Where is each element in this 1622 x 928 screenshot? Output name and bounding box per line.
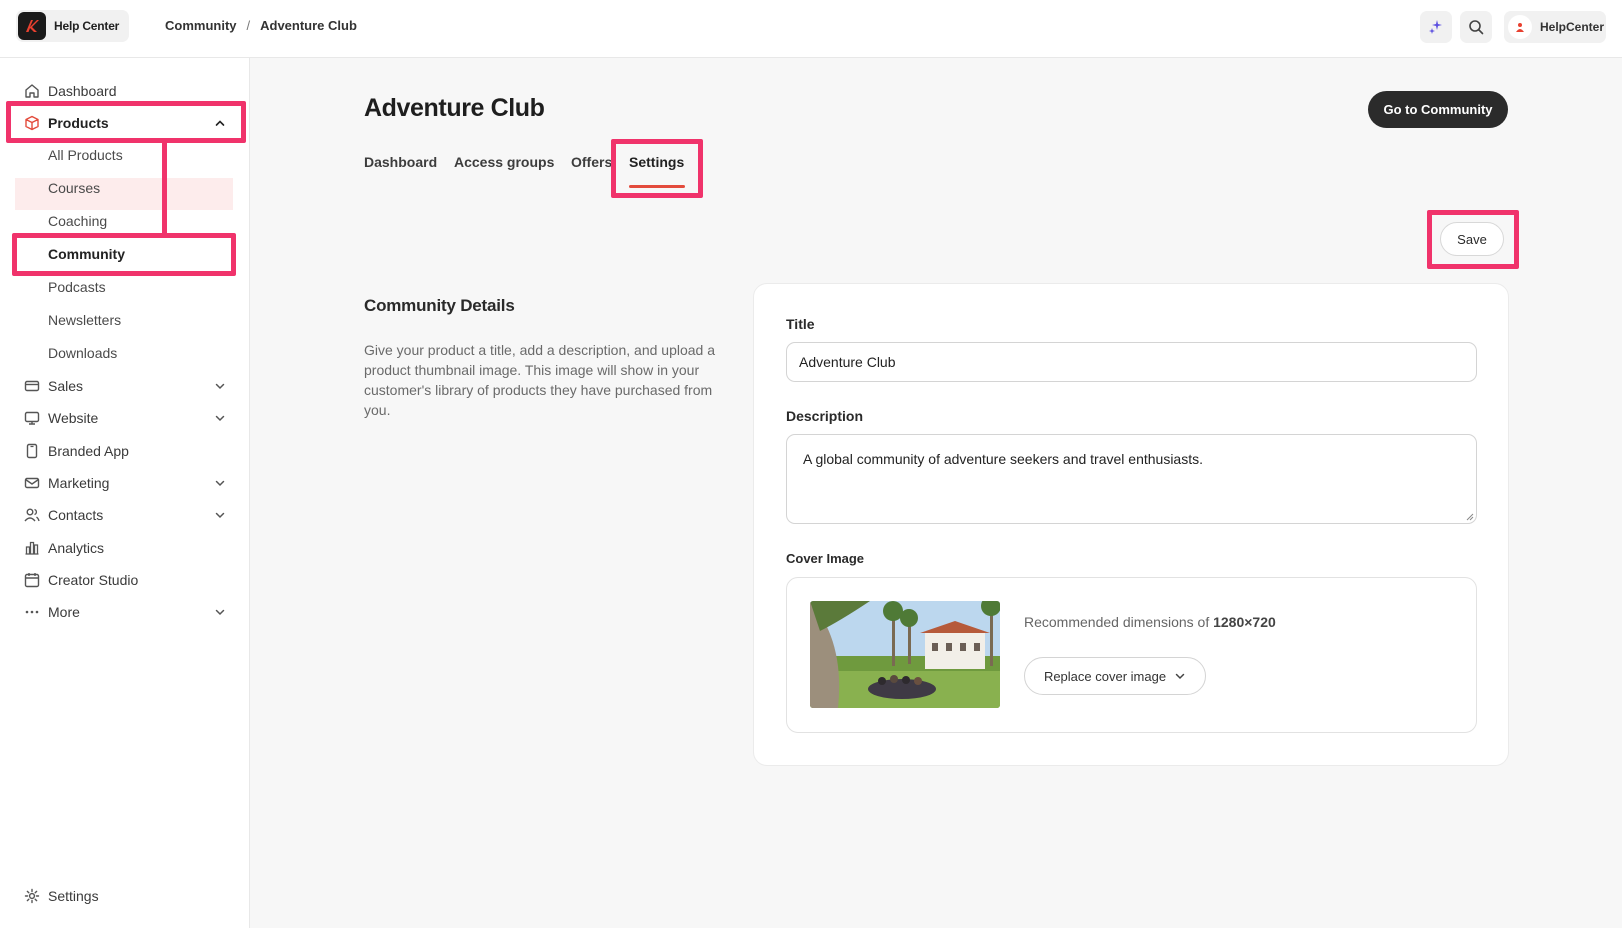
sidebar-item-creator-studio[interactable]: Creator Studio xyxy=(0,566,250,594)
sidebar-item-products[interactable]: Products xyxy=(0,109,250,137)
breadcrumb-community-link[interactable]: Community xyxy=(165,18,237,33)
sidebar-item-branded-app[interactable]: Branded App xyxy=(0,437,250,465)
sidebar-item-more[interactable]: More xyxy=(0,598,250,626)
sidebar-item-courses[interactable]: Courses xyxy=(0,174,250,202)
tab-offers[interactable]: Offers xyxy=(571,154,612,170)
chevron-down-icon xyxy=(214,477,226,489)
user-menu-button[interactable]: HelpCenter xyxy=(1504,11,1606,43)
chevron-down-icon xyxy=(214,606,226,618)
sidebar-item-label: Products xyxy=(48,115,109,131)
breadcrumb-separator: / xyxy=(246,18,251,33)
monitor-icon xyxy=(24,410,40,426)
phone-icon xyxy=(24,443,40,459)
save-button[interactable]: Save xyxy=(1440,222,1504,256)
description-field[interactable]: A global community of adventure seekers … xyxy=(786,434,1477,524)
sidebar-item-downloads[interactable]: Downloads xyxy=(0,339,250,367)
search-icon xyxy=(1469,20,1484,35)
sidebar-item-community[interactable]: Community xyxy=(0,240,250,268)
cover-image-label: Cover Image xyxy=(786,551,865,566)
title-field[interactable]: Adventure Club xyxy=(786,342,1477,382)
sidebar-item-dashboard[interactable]: Dashboard xyxy=(0,77,250,105)
sidebar-item-label: Marketing xyxy=(48,475,110,491)
sparkle-icon xyxy=(1429,20,1442,34)
calendar-icon xyxy=(24,572,40,588)
brand-logo-icon xyxy=(18,12,46,40)
chevron-down-icon xyxy=(1175,673,1185,680)
sidebar-item-label: Settings xyxy=(48,888,99,904)
dimensions-prefix: Recommended dimensions of xyxy=(1024,614,1214,630)
chart-icon xyxy=(24,540,40,556)
sidebar-item-podcasts[interactable]: Podcasts xyxy=(0,273,250,301)
sidebar-item-label: Branded App xyxy=(48,443,129,459)
breadcrumb-current: Adventure Club xyxy=(260,18,357,33)
tab-settings[interactable]: Settings xyxy=(629,154,684,170)
sidebar-item-label: Dashboard xyxy=(48,83,117,99)
go-to-community-button[interactable]: Go to Community xyxy=(1368,91,1508,128)
sidebar-item-label: Contacts xyxy=(48,507,104,523)
resize-handle-icon[interactable] xyxy=(1466,513,1474,521)
sidebar-item-label: Podcasts xyxy=(48,279,106,295)
description-label: Description xyxy=(786,408,864,424)
title-label: Title xyxy=(786,316,815,332)
tab-dashboard[interactable]: Dashboard xyxy=(364,154,437,170)
replace-cover-image-label: Replace cover image xyxy=(1043,668,1167,684)
chevron-up-icon xyxy=(214,117,226,129)
sidebar-item-label: Courses xyxy=(48,180,101,196)
page-title: Adventure Club xyxy=(364,94,545,122)
user-name: HelpCenter xyxy=(1540,20,1605,34)
chevron-down-icon xyxy=(214,412,226,424)
box-icon xyxy=(24,115,40,131)
sidebar-item-label: Sales xyxy=(48,378,84,394)
sidebar-item-analytics[interactable]: Analytics xyxy=(0,534,250,562)
sidebar-item-label: All Products xyxy=(48,147,123,163)
brand-name: Help Center xyxy=(54,19,120,33)
sidebar-item-coaching[interactable]: Coaching xyxy=(0,207,250,235)
mail-icon xyxy=(24,475,40,491)
sidebar-item-label: Newsletters xyxy=(48,312,122,328)
user-icon xyxy=(1516,23,1524,32)
tab-access-groups[interactable]: Access groups xyxy=(454,154,554,170)
sidebar-item-label: Analytics xyxy=(48,540,105,556)
sidebar-item-label: Creator Studio xyxy=(48,572,139,588)
sidebar-item-settings[interactable]: Settings xyxy=(0,882,250,910)
dots-icon xyxy=(24,604,40,620)
section-heading: Community Details xyxy=(364,296,515,315)
cover-image-thumbnail xyxy=(810,601,1000,708)
dimensions-value: 1280×720 xyxy=(1213,614,1276,630)
top-bar: Help Center Community / Adventure Club H… xyxy=(0,0,1622,58)
avatar xyxy=(1508,15,1532,39)
sidebar-item-sales[interactable]: Sales xyxy=(0,372,250,400)
sidebar-item-label: Website xyxy=(48,410,99,426)
sidebar-item-contacts[interactable]: Contacts xyxy=(0,501,250,529)
section-description: Give your product a title, add a descrip… xyxy=(364,342,715,418)
search-button[interactable] xyxy=(1460,11,1492,43)
card-icon xyxy=(24,378,40,394)
sidebar-item-newsletters[interactable]: Newsletters xyxy=(0,306,250,334)
users-icon xyxy=(24,507,40,523)
sidebar-item-label: More xyxy=(48,604,80,620)
home-icon xyxy=(24,83,40,99)
chevron-down-icon xyxy=(214,380,226,392)
sidebar-item-label: Downloads xyxy=(48,345,118,361)
chevron-down-icon xyxy=(214,509,226,521)
replace-cover-image-button[interactable]: Replace cover image xyxy=(1024,657,1206,695)
description-text: A global community of adventure seekers … xyxy=(803,451,1203,467)
sidebar-item-all-products[interactable]: All Products xyxy=(0,141,250,169)
breadcrumb: Community / Adventure Club xyxy=(165,18,357,33)
sidebar-item-website[interactable]: Website xyxy=(0,404,250,432)
recommended-dimensions: Recommended dimensions of 1280×720 xyxy=(1024,614,1276,630)
ai-assistant-button[interactable] xyxy=(1420,11,1452,43)
active-tab-indicator xyxy=(629,185,685,188)
gear-icon xyxy=(24,888,40,904)
sidebar-item-label: Community xyxy=(48,246,125,262)
brand-button[interactable]: Help Center xyxy=(16,10,130,42)
sidebar-item-label: Coaching xyxy=(48,213,108,229)
sidebar-item-marketing[interactable]: Marketing xyxy=(0,469,250,497)
